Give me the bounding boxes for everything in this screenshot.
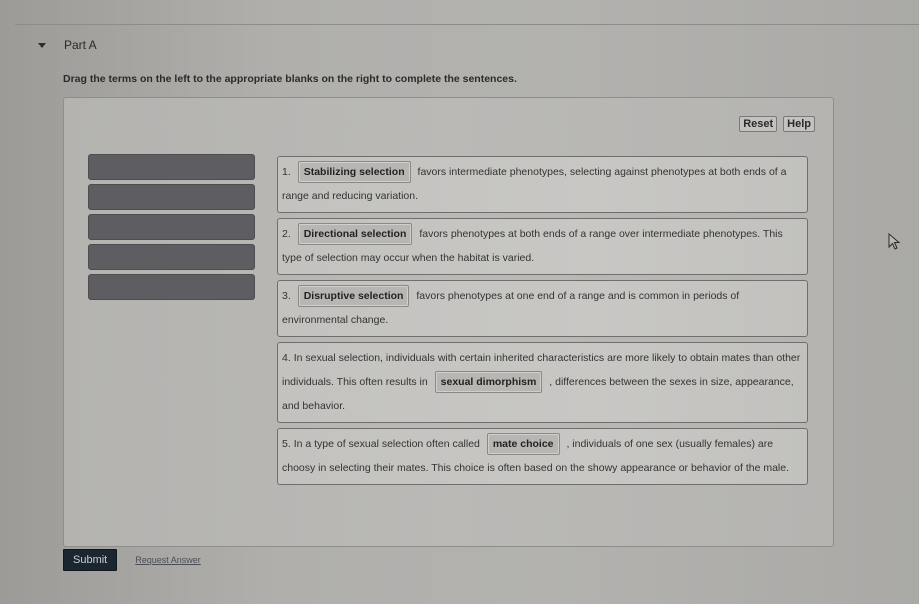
page: Part A Drag the terms on the left to the… bbox=[0, 0, 919, 604]
sentence-list: 1. Stabilizing selection favors intermed… bbox=[277, 156, 808, 490]
submit-button[interactable]: Submit bbox=[63, 549, 118, 571]
sentence-4: 4. In sexual selection, individuals with… bbox=[277, 342, 808, 423]
drop-blank[interactable]: sexual dimorphism bbox=[434, 371, 543, 393]
term-slot[interactable] bbox=[88, 154, 255, 180]
footer-actions: Submit Request Answer bbox=[63, 549, 201, 571]
sentence-number: 1. bbox=[282, 166, 291, 178]
sentence-2: 2. Directional selection favors phenotyp… bbox=[277, 218, 808, 275]
term-slot[interactable] bbox=[88, 214, 255, 240]
reset-button[interactable]: Reset bbox=[739, 116, 778, 132]
sentence-1: 1. Stabilizing selection favors intermed… bbox=[277, 156, 808, 213]
mouse-cursor-icon bbox=[888, 233, 901, 250]
sentence-5: 5. In a type of sexual selection often c… bbox=[277, 428, 808, 485]
panel-toolbar: Reset Help bbox=[739, 116, 815, 132]
help-button[interactable]: Help bbox=[783, 116, 815, 132]
part-header[interactable]: Part A bbox=[38, 38, 97, 52]
term-bank bbox=[88, 154, 255, 304]
sentence-number: 3. bbox=[282, 290, 291, 302]
sentence-number: 2. bbox=[282, 228, 291, 240]
caret-down-icon[interactable] bbox=[38, 42, 46, 48]
part-title: Part A bbox=[64, 38, 97, 52]
term-slot[interactable] bbox=[88, 244, 255, 270]
sentence-number: 5. bbox=[282, 438, 291, 450]
request-answer-link[interactable]: Request Answer bbox=[135, 555, 201, 565]
drop-blank[interactable]: Disruptive selection bbox=[297, 285, 410, 307]
drop-blank[interactable]: Directional selection bbox=[297, 223, 413, 245]
term-slot[interactable] bbox=[88, 274, 255, 300]
sentence-number: 4. bbox=[282, 352, 291, 364]
instructions: Drag the terms on the left to the approp… bbox=[63, 73, 517, 85]
sentence-text-before: In a type of sexual selection often call… bbox=[293, 438, 480, 450]
sentence-3: 3. Disruptive selection favors phenotype… bbox=[277, 280, 808, 337]
divider bbox=[15, 24, 919, 25]
term-slot[interactable] bbox=[88, 184, 255, 210]
drop-blank[interactable]: Stabilizing selection bbox=[297, 161, 411, 183]
drop-blank[interactable]: mate choice bbox=[486, 433, 560, 455]
drag-drop-panel: Reset Help 1. Stabilizing selection favo… bbox=[63, 97, 834, 547]
